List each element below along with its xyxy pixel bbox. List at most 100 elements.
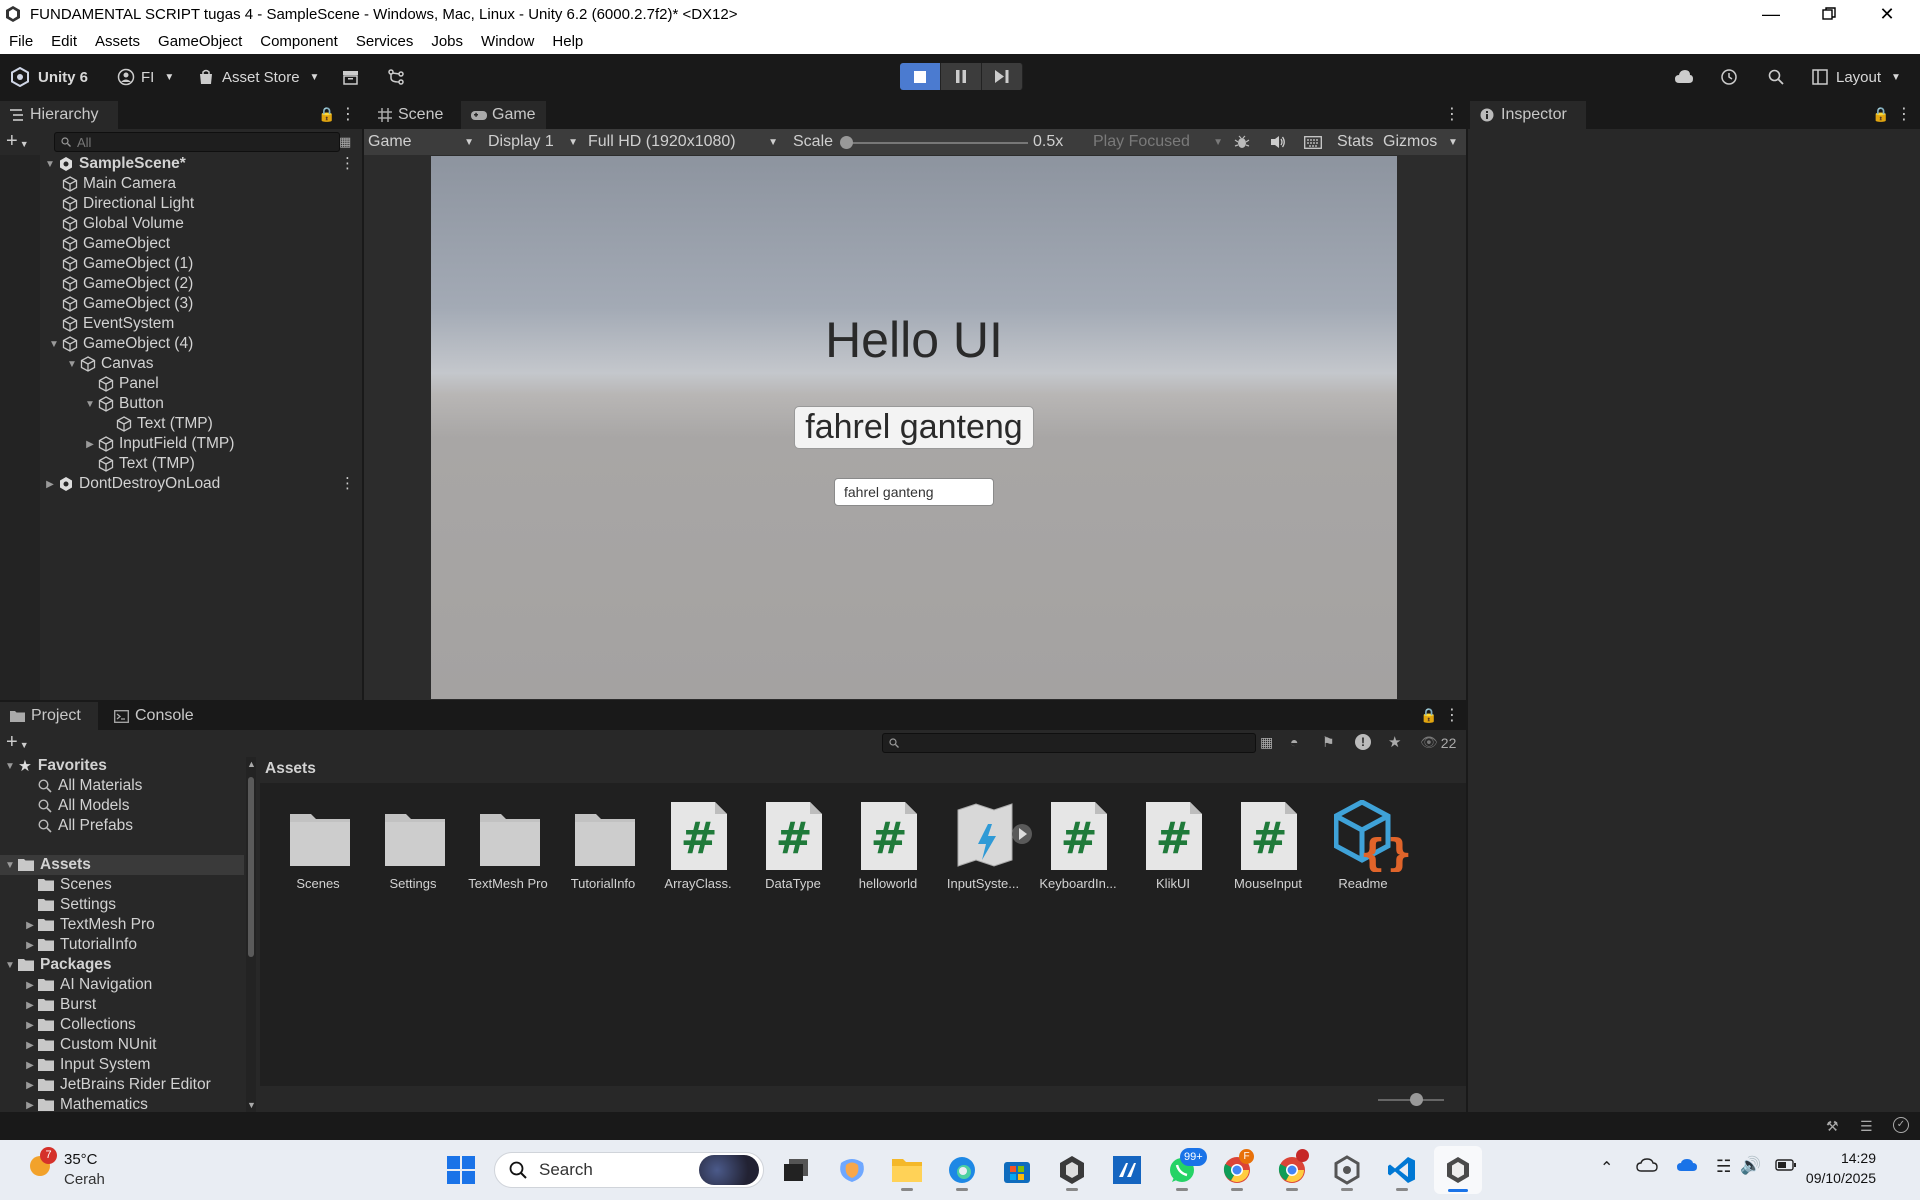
asset-item[interactable]: Settings: [368, 800, 458, 891]
fold-open-icon[interactable]: ▼: [66, 359, 78, 370]
tab-console[interactable]: Console: [104, 702, 204, 730]
menu-component[interactable]: Component: [251, 33, 347, 50]
unity-editor-button[interactable]: [1440, 1152, 1476, 1188]
start-button[interactable]: [443, 1152, 479, 1188]
project-more-icon[interactable]: ⋮: [1444, 705, 1460, 725]
clock-time[interactable]: 14:29: [1816, 1150, 1876, 1166]
folder-item[interactable]: ▶ Input System: [24, 1055, 150, 1075]
volume-icon[interactable]: 🔊: [1740, 1156, 1761, 1176]
folder-item[interactable]: ▶ TextMesh Pro: [24, 915, 155, 935]
onedrive-sync-icon[interactable]: [1676, 1158, 1698, 1178]
tab-scene[interactable]: Scene: [368, 101, 453, 129]
chrome-button[interactable]: [1274, 1149, 1310, 1188]
cache-server-icon[interactable]: ☰: [1860, 1118, 1873, 1135]
search-by-type-icon[interactable]: ▦: [1260, 734, 1273, 751]
asset-item[interactable]: # helloworld: [843, 800, 933, 891]
hierarchy-search-input[interactable]: All: [54, 132, 340, 152]
play-focused-select[interactable]: Play Focused ▼: [1093, 130, 1223, 154]
hierarchy-item[interactable]: ▼ GameObject (4): [48, 334, 193, 354]
fold-closed-icon[interactable]: ▶: [24, 1080, 36, 1091]
gizmos-dropdown-icon[interactable]: ▼: [1448, 130, 1458, 154]
assets-root-row[interactable]: ▼ Assets: [4, 855, 91, 875]
hierarchy-item[interactable]: ▼ Button: [84, 394, 164, 414]
folder-item[interactable]: Settings: [24, 895, 116, 915]
dont-destroy-row[interactable]: ▶ DontDestroyOnLoad: [44, 474, 220, 494]
hierarchy-item[interactable]: Main Camera: [48, 174, 176, 194]
stats-button[interactable]: Stats: [1337, 130, 1373, 154]
menu-file[interactable]: File: [0, 33, 42, 50]
menu-edit[interactable]: Edit: [42, 33, 86, 50]
fold-open-icon[interactable]: ▼: [4, 860, 16, 871]
scroll-down-icon[interactable]: ▼: [247, 1100, 256, 1110]
hierarchy-item[interactable]: GameObject (2): [48, 274, 193, 294]
tab-game[interactable]: Game: [461, 101, 546, 129]
asset-item[interactable]: TutorialInfo: [558, 800, 648, 891]
tab-inspector[interactable]: Inspector: [1470, 101, 1586, 129]
asset-item[interactable]: # ArrayClass.: [653, 800, 743, 891]
game-more-icon[interactable]: ⋮: [1444, 104, 1460, 124]
cloud-button[interactable]: [1674, 64, 1694, 90]
asset-item[interactable]: # MouseInput: [1223, 800, 1313, 891]
tab-hierarchy[interactable]: Hierarchy: [0, 101, 118, 129]
fold-open-icon[interactable]: ▼: [4, 761, 16, 772]
menu-jobs[interactable]: Jobs: [422, 33, 472, 50]
project-search-input[interactable]: [882, 733, 1256, 753]
hierarchy-item[interactable]: Directional Light: [48, 194, 194, 214]
scroll-up-icon[interactable]: ▲: [247, 759, 256, 769]
menu-help[interactable]: Help: [543, 33, 592, 50]
folder-item[interactable]: ▶ Collections: [24, 1015, 136, 1035]
fold-closed-icon[interactable]: ▶: [24, 1100, 36, 1111]
debug-off-icon[interactable]: ⚒: [1826, 1118, 1839, 1135]
favorite-item[interactable]: All Prefabs: [24, 816, 133, 836]
play-stop-button[interactable]: [900, 63, 941, 90]
unity-account-button[interactable]: Unity 6: [10, 64, 88, 90]
microsoft-store-button[interactable]: [999, 1152, 1035, 1188]
debug-bug-icon[interactable]: [1234, 130, 1250, 154]
file-explorer-button[interactable]: [889, 1152, 925, 1188]
menu-assets[interactable]: Assets: [86, 33, 149, 50]
hierarchy-item[interactable]: GameObject (1): [48, 254, 193, 274]
scale-slider-knob[interactable]: [839, 136, 853, 149]
asset-item[interactable]: # DataType: [748, 800, 838, 891]
add-object-button[interactable]: + ▼: [6, 131, 29, 153]
breadcrumb-assets[interactable]: Assets: [265, 760, 316, 778]
icon-size-slider-knob[interactable]: [1410, 1093, 1423, 1106]
gizmos-button[interactable]: Gizmos: [1383, 130, 1437, 154]
lock-icon[interactable]: 🔒: [318, 106, 335, 123]
fold-closed-icon[interactable]: ▶: [24, 1000, 36, 1011]
scene-visibility-icon[interactable]: ▦: [339, 134, 351, 150]
asset-item[interactable]: # KeyboardIn...: [1033, 800, 1123, 891]
resolution-select[interactable]: Full HD (1920x1080) ▼: [588, 130, 778, 154]
clock-date[interactable]: 09/10/2025: [1796, 1170, 1876, 1186]
hierarchy-item[interactable]: Text (TMP): [102, 414, 213, 434]
taskbar-search[interactable]: Search: [494, 1152, 764, 1188]
fold-closed-icon[interactable]: ▶: [24, 1020, 36, 1031]
folder-item[interactable]: Scenes: [24, 875, 112, 895]
hierarchy-item[interactable]: ▶ InputField (TMP): [84, 434, 234, 454]
asset-item[interactable]: {} Readme: [1318, 799, 1413, 891]
fold-open-icon[interactable]: ▼: [84, 399, 96, 410]
show-hidden-icons-button[interactable]: ⌃: [1600, 1158, 1613, 1178]
packages-root-row[interactable]: ▼ Packages: [4, 955, 111, 975]
edge-button[interactable]: [944, 1152, 980, 1188]
chrome-profile-button[interactable]: F: [1219, 1149, 1255, 1188]
label-tag-icon[interactable]: ⚑: [1322, 734, 1335, 751]
folder-item[interactable]: ▶ TutorialInfo: [24, 935, 137, 955]
whatsapp-button[interactable]: 99+: [1164, 1148, 1207, 1188]
keyboard-shortcuts-button[interactable]: [1304, 130, 1322, 154]
step-button[interactable]: [982, 63, 1023, 90]
asset-item[interactable]: TextMesh Pro: [463, 800, 553, 891]
project-lock-icon[interactable]: 🔒: [1420, 707, 1437, 724]
fold-open-icon[interactable]: ▼: [48, 339, 60, 350]
hierarchy-item[interactable]: Text (TMP): [84, 454, 195, 474]
create-asset-button[interactable]: + ▼: [6, 732, 29, 754]
wifi-icon[interactable]: ☵: [1716, 1157, 1731, 1177]
fold-closed-icon[interactable]: ▶: [24, 920, 36, 931]
history-button[interactable]: [1720, 64, 1738, 90]
folder-item[interactable]: ▶ Burst: [24, 995, 96, 1015]
unity-hub-button[interactable]: [1054, 1152, 1090, 1188]
game-mode-select[interactable]: Game ▼: [368, 130, 474, 154]
project-tree-scroll-thumb[interactable]: [248, 777, 254, 957]
asset-item[interactable]: # KlikUI: [1128, 800, 1218, 891]
fold-closed-icon[interactable]: ▶: [24, 940, 36, 951]
